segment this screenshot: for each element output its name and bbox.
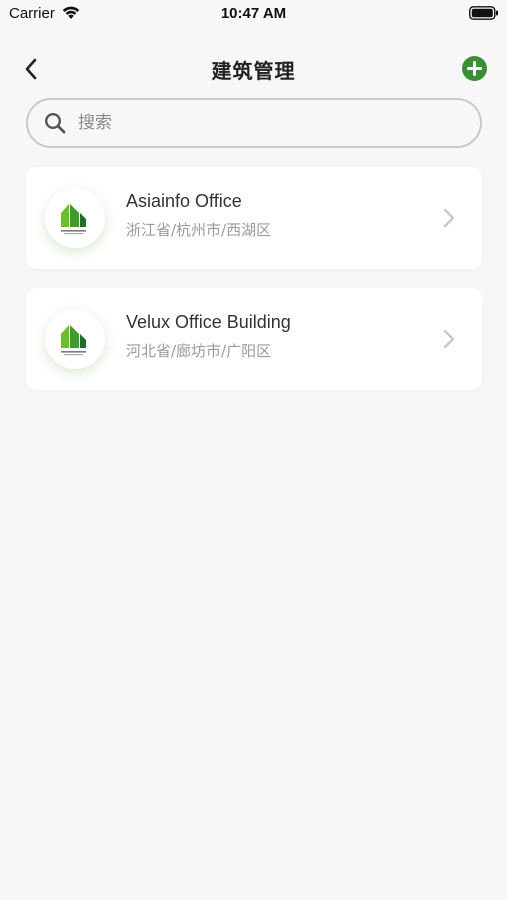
building-card-velux[interactable]: Velux Office Building 河北省/廊坊市/广阳区 xyxy=(26,288,482,390)
search-bar[interactable] xyxy=(26,98,482,148)
search-icon xyxy=(44,112,66,134)
status-time: 10:47 AM xyxy=(220,5,287,22)
add-building-button[interactable] xyxy=(462,56,487,81)
chevron-right-icon xyxy=(443,208,455,228)
battery-icon xyxy=(469,6,498,20)
chevron-right-icon xyxy=(443,329,455,349)
nav-bar: 建筑管理 xyxy=(0,44,507,92)
building-logo xyxy=(45,188,105,248)
search-input[interactable] xyxy=(78,108,448,138)
status-bar: Carrier 10:47 AM xyxy=(0,0,507,30)
building-card-asiainfo[interactable]: Asiainfo Office 浙江省/杭州市/西湖区 xyxy=(26,167,482,269)
plus-circle-icon xyxy=(467,61,482,76)
building-logo xyxy=(45,309,105,369)
building-location: 浙江省/杭州市/西湖区 xyxy=(126,221,272,239)
page-title: 建筑管理 xyxy=(211,59,296,83)
building-name: Velux Office Building xyxy=(126,312,291,332)
activehouse-logo xyxy=(61,204,86,235)
building-location: 河北省/廊坊市/广阳区 xyxy=(126,342,272,360)
building-name: Asiainfo Office xyxy=(126,191,242,211)
activehouse-logo xyxy=(61,325,86,356)
